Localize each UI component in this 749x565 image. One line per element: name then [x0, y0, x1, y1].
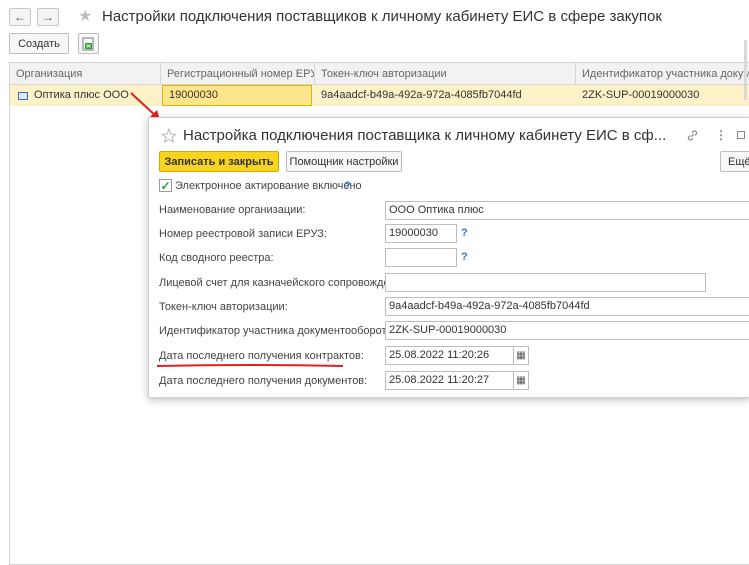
settings-dialog: Настройка подключения поставщика к лично… — [148, 117, 749, 398]
documents-date-label: Дата последнего получения документов: — [159, 375, 368, 387]
org-name-label: Наименование организации: — [159, 204, 306, 216]
column-header-reg-number[interactable]: Регистрационный номер ЕРУЗ — [161, 63, 314, 85]
table-header: Организация Регистрационный номер ЕРУЗ Т… — [10, 63, 749, 85]
arrow-right-icon: → — [42, 10, 54, 24]
maximize-icon[interactable] — [737, 131, 745, 139]
arrow-left-icon: ← — [14, 10, 26, 24]
calendar-icon[interactable]: ▦ — [513, 371, 528, 390]
cell-participant-id: 2ZK-SUP-00019000030 — [582, 89, 700, 101]
save-and-close-button[interactable]: Записать и закрыть — [159, 151, 279, 172]
token-label: Токен-ключ авторизации: — [159, 301, 288, 313]
export-button[interactable] — [78, 33, 99, 54]
help-icon[interactable]: ? — [461, 251, 468, 263]
org-name-field[interactable]: ООО Оптика плюс — [385, 201, 749, 220]
favorite-star-icon[interactable]: ★ — [78, 9, 92, 25]
electronic-acts-checkbox[interactable]: ✓ — [159, 179, 172, 193]
forward-button[interactable]: → — [37, 8, 59, 26]
table-row[interactable]: Оптика плюс ООО 19000030 9a4aadcf-b49a-4… — [10, 85, 749, 106]
personal-account-field[interactable] — [385, 273, 706, 292]
participant-id-field[interactable]: 2ZK-SUP-00019000030 — [385, 321, 749, 340]
create-button[interactable]: Создать — [9, 33, 69, 54]
reg-record-field[interactable]: 19000030 — [385, 224, 457, 243]
more-menu-icon[interactable]: ⋮ — [715, 128, 727, 142]
column-header-participant-id[interactable]: Идентификатор участника документ — [576, 63, 749, 85]
help-icon[interactable]: ? — [344, 180, 351, 192]
help-icon[interactable]: ? — [461, 227, 468, 239]
calendar-icon[interactable]: ▦ — [513, 346, 528, 365]
summary-code-label: Код сводного реестра: — [159, 252, 274, 264]
column-header-organization[interactable]: Организация — [10, 63, 160, 85]
documents-date-field[interactable]: 25.08.2022 11:20:27 — [385, 371, 529, 390]
setup-assistant-button[interactable]: Помощник настройки — [286, 151, 402, 172]
contracts-date-field[interactable]: 25.08.2022 11:20:26 — [385, 346, 529, 365]
favorite-star-icon[interactable] — [161, 128, 177, 144]
more-button[interactable]: Ещё — [720, 151, 749, 172]
personal-account-label: Лицевой счет для казначейского сопровожд… — [159, 277, 411, 289]
column-header-token[interactable]: Токен-ключ авторизации — [315, 63, 575, 85]
cell-reg-number[interactable]: 19000030 — [163, 85, 311, 106]
participant-id-label: Идентификатор участника документооборота… — [159, 325, 396, 337]
link-icon[interactable] — [686, 129, 699, 142]
annotation-underline — [156, 364, 344, 367]
token-field[interactable]: 9a4aadcf-b49a-492a-972a-4085fb7044fd — [385, 297, 749, 316]
summary-code-field[interactable] — [385, 248, 457, 267]
excel-export-icon — [82, 37, 94, 50]
back-button[interactable]: ← — [9, 8, 31, 26]
contracts-date-label: Дата последнего получения контрактов: — [159, 350, 364, 362]
dialog-title: Настройка подключения поставщика к лично… — [183, 127, 667, 144]
scrollbar[interactable] — [744, 40, 747, 100]
electronic-acts-label: Электронное актирование включено — [175, 180, 362, 192]
cell-token: 9a4aadcf-b49a-492a-972a-4085fb7044fd — [321, 89, 522, 101]
organization-icon — [18, 92, 28, 100]
reg-record-label: Номер реестровой записи ЕРУЗ: — [159, 228, 327, 240]
page-title: Настройки подключения поставщиков к личн… — [102, 8, 662, 25]
